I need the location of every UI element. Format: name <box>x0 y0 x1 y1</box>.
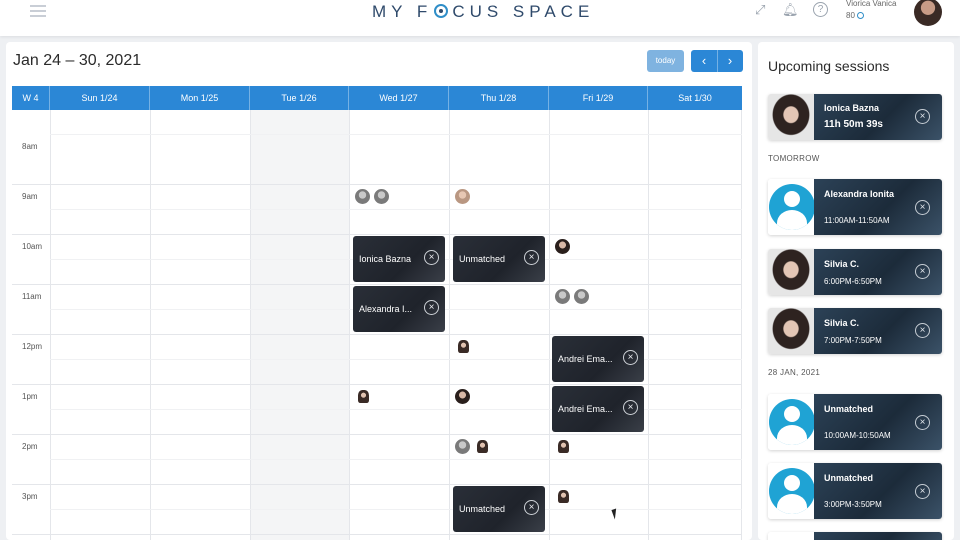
time-label: 12pm <box>22 342 43 351</box>
help-icon[interactable]: ? <box>813 2 828 17</box>
close-icon[interactable]: × <box>915 415 930 430</box>
day-header[interactable]: Tue 1/26 <box>250 86 349 110</box>
avatar <box>768 394 815 450</box>
partner-avatar[interactable] <box>374 189 389 204</box>
session-card[interactable]: Silvia C. 6:00PM-6:50PM × <box>768 249 942 295</box>
focus-o-icon <box>434 4 449 18</box>
partner-avatar[interactable] <box>458 340 469 353</box>
chevron-left-icon[interactable]: ‹ <box>691 50 717 72</box>
today-button[interactable]: today <box>647 50 684 72</box>
section-label: 28 JAN, 2021 <box>768 368 821 377</box>
menu-icon[interactable] <box>30 5 46 19</box>
session-card[interactable]: Ionica Bazna 11h 50m 39s × <box>768 94 942 140</box>
partner-avatar[interactable] <box>574 289 589 304</box>
close-icon[interactable]: × <box>623 400 638 415</box>
time-label: 10am <box>22 242 43 251</box>
partner-avatar[interactable] <box>455 389 470 404</box>
avatar <box>768 179 815 235</box>
close-icon[interactable]: × <box>424 300 439 315</box>
session-card[interactable] <box>768 532 942 540</box>
app-logo[interactable]: MY F CUS SPACE <box>372 2 594 22</box>
partner-avatar[interactable] <box>358 390 369 403</box>
day-header[interactable]: Fri 1/29 <box>549 86 648 110</box>
time-label: 8am <box>22 142 38 151</box>
partner-avatar[interactable] <box>477 440 488 453</box>
session-card[interactable]: Silvia C. 7:00PM-7:50PM × <box>768 308 942 354</box>
avatar <box>768 532 814 540</box>
chevron-right-icon[interactable]: › <box>717 50 743 72</box>
close-icon[interactable]: × <box>915 109 930 124</box>
avatar <box>768 249 814 295</box>
calendar-grid[interactable]: 8am 9am 10am 11am 12pm 1pm 2pm 3pm Ionic… <box>12 110 742 540</box>
today-column-shade <box>250 110 349 540</box>
close-icon[interactable]: × <box>915 200 930 215</box>
avatar[interactable] <box>914 0 942 26</box>
time-label: 9am <box>22 192 38 201</box>
user-points: 80 <box>846 11 865 20</box>
partner-avatar[interactable] <box>558 490 569 503</box>
date-range-title: Jan 24 – 30, 2021 <box>13 52 142 69</box>
time-label: 1pm <box>22 392 38 401</box>
session-card[interactable]: Unmatched 10:00AM-10:50AM × <box>768 394 942 450</box>
close-icon[interactable]: × <box>915 323 930 338</box>
top-bar: MY F CUS SPACE ⤢ 🔔︎ ? Viorica Vanica 80 <box>0 0 960 36</box>
bell-icon[interactable]: 🔔︎ <box>782 2 799 18</box>
calendar-panel: Jan 24 – 30, 2021 today ‹ › W 4 Sun 1/24… <box>6 42 752 540</box>
day-header[interactable]: Mon 1/25 <box>150 86 250 110</box>
partner-avatar[interactable] <box>555 289 570 304</box>
time-label: 11am <box>22 292 42 301</box>
upcoming-sessions-panel: Upcoming sessions Ionica Bazna 11h 50m 3… <box>758 42 954 540</box>
avatar <box>768 94 814 140</box>
points-ring-icon <box>857 12 865 19</box>
session-event[interactable]: Unmatched × <box>453 486 545 532</box>
partner-avatar[interactable] <box>558 440 569 453</box>
day-header[interactable]: Wed 1/27 <box>349 86 449 110</box>
session-event[interactable]: Ionica Bazna × <box>353 236 445 282</box>
session-event[interactable]: Unmatched × <box>453 236 545 282</box>
close-icon[interactable]: × <box>424 250 439 265</box>
week-nav: ‹ › <box>691 50 743 72</box>
session-event[interactable]: Andrei Ema... × <box>552 386 644 432</box>
partner-avatar[interactable] <box>455 439 470 454</box>
day-header[interactable]: Thu 1/28 <box>449 86 549 110</box>
close-icon[interactable]: × <box>915 264 930 279</box>
panel-title: Upcoming sessions <box>768 58 890 74</box>
week-number: W 4 <box>12 86 50 110</box>
partner-avatar[interactable] <box>555 239 570 254</box>
calendar-header: W 4 Sun 1/24 Mon 1/25 Tue 1/26 Wed 1/27 … <box>12 86 742 110</box>
close-icon[interactable]: × <box>915 484 930 499</box>
day-header[interactable]: Sat 1/30 <box>648 86 742 110</box>
close-icon[interactable]: × <box>524 250 539 265</box>
day-header[interactable]: Sun 1/24 <box>50 86 150 110</box>
fullscreen-icon[interactable]: ⤢ <box>755 2 765 18</box>
close-icon[interactable]: × <box>623 350 638 365</box>
time-label: 3pm <box>22 492 38 501</box>
session-card[interactable]: Alexandra Ionita 11:00AM-11:50AM × <box>768 179 942 235</box>
avatar <box>768 463 815 519</box>
user-name[interactable]: Viorica Vanica <box>846 0 896 8</box>
partner-avatar[interactable] <box>455 189 470 204</box>
session-card[interactable]: Unmatched 3:00PM-3:50PM × <box>768 463 942 519</box>
close-icon[interactable]: × <box>524 500 539 515</box>
time-label: 2pm <box>22 442 38 451</box>
session-event[interactable]: Andrei Ema... × <box>552 336 644 382</box>
section-label: TOMORROW <box>768 154 820 163</box>
partner-avatar[interactable] <box>355 189 370 204</box>
avatar <box>768 308 814 354</box>
session-event[interactable]: Alexandra I... × <box>353 286 445 332</box>
